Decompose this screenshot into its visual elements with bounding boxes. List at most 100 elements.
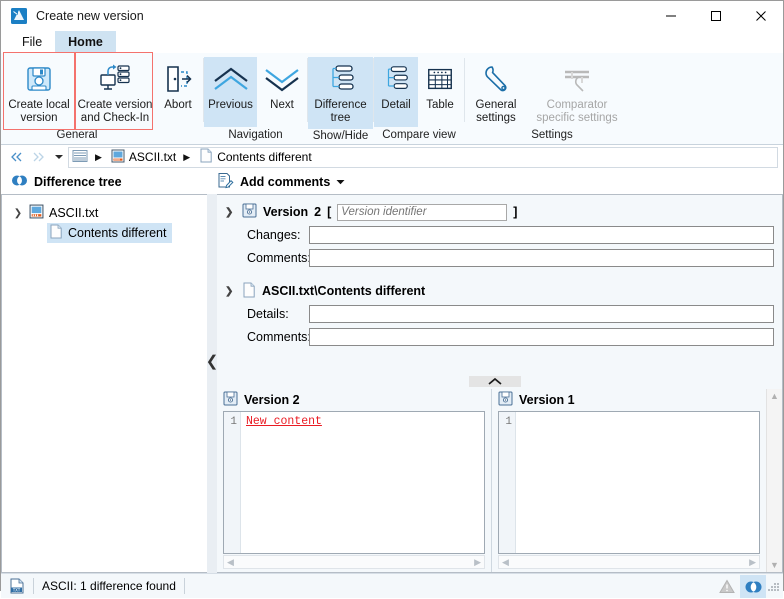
horizontal-splitter[interactable]	[217, 376, 782, 389]
version-form-area: ❯ Version 2 [ ]	[217, 195, 782, 376]
ribbon-group-abort-spacer	[153, 128, 203, 144]
next-label: Next	[270, 99, 294, 111]
ribbon-group-compare-view-label: Compare view	[382, 129, 456, 141]
tree-node-contents-different[interactable]: Contents different	[47, 223, 173, 243]
vertical-scrollbar-compare[interactable]: ▲ ▼	[766, 389, 782, 572]
scroll-up-icon[interactable]: ▲	[770, 391, 779, 401]
chevron-double-down-icon	[262, 62, 302, 96]
ribbon-group-navigation: Previous Next Navigation	[204, 53, 307, 144]
scroll-left-icon[interactable]: ◀	[227, 557, 234, 568]
comment-note-icon	[217, 172, 234, 192]
scroll-left-icon[interactable]: ◀	[502, 557, 509, 568]
status-bar: TXT ASCII: 1 difference found	[1, 573, 783, 598]
chevron-down-icon[interactable]: ❯	[225, 286, 236, 297]
breadcrumb-path-field[interactable]: ▶ ASCII.txt ▶ Contents different	[68, 146, 778, 168]
version-number: 2	[314, 205, 322, 219]
resize-grip-icon[interactable]	[766, 580, 780, 594]
version-comments-input[interactable]	[309, 248, 774, 267]
compare-pane-header-version-2: Version 2	[217, 389, 491, 411]
code-content-version-1[interactable]	[516, 412, 759, 553]
floppy-disk-icon	[498, 391, 513, 409]
ribbon-group-compare-view: Detail Table Compare view	[374, 53, 464, 144]
comparator-specific-settings-button[interactable]: Comparator specific settings	[527, 57, 627, 127]
breadcrumb-item-ascii-txt[interactable]: ASCII.txt ▶	[108, 147, 196, 167]
tree-node-ascii-txt[interactable]: ❯ ASCII.txt	[2, 203, 207, 223]
scroll-right-icon[interactable]: ▶	[474, 557, 481, 568]
general-settings-label: General settings	[475, 99, 517, 124]
bracket-open: [	[327, 205, 332, 219]
chevron-double-up-icon	[211, 62, 251, 96]
ribbon-group-general: Create local version Create version and …	[1, 53, 153, 144]
tab-file[interactable]: File	[9, 31, 55, 53]
file-comments-label: Comments:	[247, 329, 311, 344]
abort-button[interactable]: Abort	[153, 57, 203, 127]
line-number: 1	[505, 416, 512, 428]
table-grid-icon	[425, 62, 455, 96]
add-comments-label: Add comments	[240, 174, 331, 189]
compare-pane-body-version-2[interactable]: 1 New content	[223, 411, 485, 554]
close-icon[interactable]	[738, 1, 783, 31]
difference-tree-panel: ❯ ASCII.txt Contents different	[1, 194, 207, 573]
file-section-header[interactable]: ❯ ASCII.txt\Contents different	[217, 280, 782, 302]
collapse-compare-panel-icon[interactable]	[469, 376, 521, 387]
general-settings-button[interactable]: General settings	[465, 57, 527, 127]
status-right-group	[714, 574, 783, 599]
double-chevron-right-icon[interactable]	[28, 147, 47, 167]
version-comments-label: Comments:	[247, 250, 311, 265]
window-controls	[648, 1, 783, 31]
version-section-header[interactable]: ❯ Version 2 [ ]	[217, 201, 782, 223]
compare-pane-header-version-1: Version 1	[492, 389, 766, 411]
horizontal-scrollbar-version-2[interactable]: ◀ ▶	[223, 555, 485, 569]
wrench-sliders-icon	[560, 62, 594, 96]
svg-text:TXT: TXT	[13, 587, 21, 592]
breadcrumb-root[interactable]: ▶	[69, 147, 108, 167]
chevron-down-icon[interactable]: ❯	[12, 208, 24, 219]
ribbon-group-general-label: General	[56, 129, 98, 141]
document-diff-icon	[49, 224, 63, 242]
compare-app-icon	[10, 7, 28, 25]
minimize-icon[interactable]	[648, 1, 693, 31]
ribbon-group-showhide-label: Show/Hide	[312, 130, 369, 142]
create-version-and-checkin-button[interactable]: Create version and Check-In	[77, 57, 153, 127]
scroll-down-icon[interactable]: ▼	[770, 560, 779, 570]
double-chevron-left-icon[interactable]	[7, 147, 26, 167]
difference-tree-button[interactable]: Difference tree	[308, 57, 373, 129]
detail-button[interactable]: Detail	[374, 57, 418, 127]
title-bar: Create new version	[1, 1, 783, 31]
window-title: Create new version	[36, 9, 144, 23]
chevron-down-icon[interactable]	[49, 147, 68, 167]
tab-home[interactable]: Home	[55, 31, 116, 53]
breadcrumb-separator-2: ▶	[183, 151, 191, 162]
table-button[interactable]: Table	[418, 57, 462, 127]
floppy-disk-icon	[242, 203, 257, 221]
exit-door-icon	[162, 62, 194, 96]
breadcrumb-item-contents-different[interactable]: Contents different	[196, 147, 315, 167]
line-number-gutter: 1	[499, 412, 516, 553]
details-input[interactable]	[309, 304, 774, 323]
difference-circles-icon[interactable]	[740, 575, 766, 598]
difference-tree-list: ❯ ASCII.txt Contents different	[2, 195, 207, 243]
tree-hierarchy-icon	[325, 62, 357, 96]
panel-headers-row: Difference tree Add comments	[1, 169, 783, 194]
warning-triangle-icon[interactable]	[714, 575, 740, 598]
file-comments-input[interactable]	[309, 327, 774, 346]
version-identifier-input[interactable]	[337, 203, 508, 221]
breadcrumb-bar: ▶ ASCII.txt ▶ Contents different	[1, 145, 783, 169]
vertical-splitter[interactable]: ❮	[206, 194, 218, 573]
add-comments-button[interactable]: Add comments	[206, 172, 345, 192]
compare-pane-body-version-1[interactable]: 1	[498, 411, 760, 554]
main-body: ❯ ASCII.txt Contents different ❮ ❯ Versi…	[1, 194, 783, 573]
previous-button[interactable]: Previous	[204, 57, 257, 127]
compare-pane-title-version-1: Version 1	[519, 393, 575, 407]
maximize-icon[interactable]	[693, 1, 738, 31]
caret-down-icon[interactable]	[336, 175, 345, 189]
changes-input[interactable]	[309, 225, 774, 244]
code-content-version-2[interactable]: New content	[241, 412, 484, 553]
chevron-down-icon[interactable]: ❯	[225, 207, 236, 218]
create-local-version-button[interactable]: Create local version	[1, 57, 77, 127]
ascii-file-icon	[29, 204, 44, 222]
scroll-right-icon[interactable]: ▶	[749, 557, 756, 568]
horizontal-scrollbar-version-1[interactable]: ◀ ▶	[498, 555, 760, 569]
file-details-row: Details:	[217, 302, 782, 325]
next-button[interactable]: Next	[257, 57, 307, 127]
